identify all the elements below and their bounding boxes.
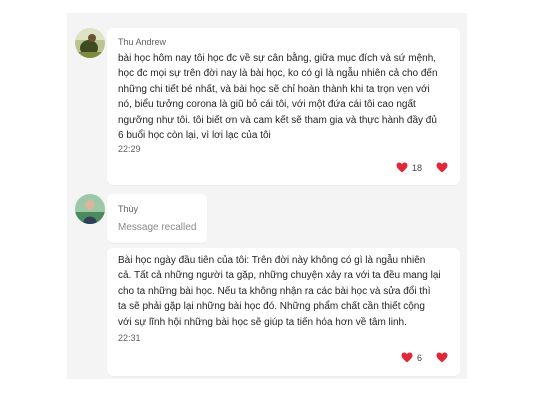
message-time: 22:31 — [118, 333, 141, 343]
recalled-message-text: Message recalled — [118, 222, 197, 233]
avatar-thuy[interactable] — [75, 194, 105, 224]
reaction-count: 6 — [417, 352, 423, 363]
heart-icon — [396, 162, 408, 173]
add-heart-reaction-button[interactable] — [436, 162, 448, 173]
heart-icon — [436, 352, 448, 363]
reaction-summary[interactable]: 6 — [401, 352, 422, 363]
sender-name: Thu Andrew — [118, 37, 167, 47]
heart-icon — [401, 352, 413, 363]
message-text: bài học hôm nay tôi học đc về sự cân bằn… — [118, 53, 438, 142]
message-bubble-recalled[interactable] — [107, 194, 207, 243]
avatar-thu-andrew[interactable] — [75, 28, 105, 58]
add-heart-reaction-button[interactable] — [436, 352, 448, 363]
reaction-summary[interactable]: 18 — [396, 162, 422, 173]
heart-icon — [436, 162, 448, 173]
sender-name: Thùy — [118, 204, 139, 214]
message-text: Bài học ngày đầu tiên của tôi: Trên đời … — [118, 255, 441, 328]
message-time: 22:29 — [118, 144, 141, 154]
reaction-count: 18 — [412, 162, 423, 173]
